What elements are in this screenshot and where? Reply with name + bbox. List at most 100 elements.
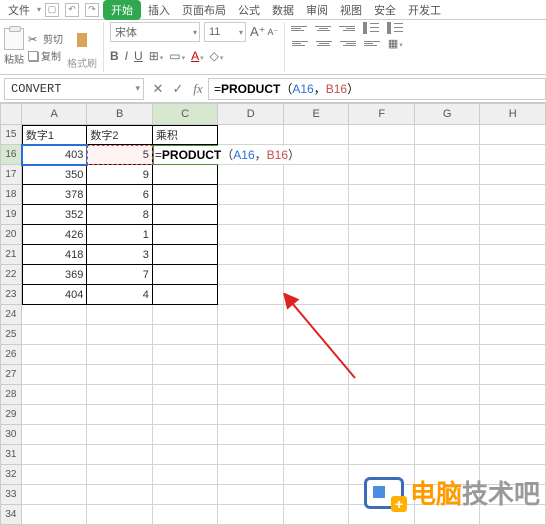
- col-header-C[interactable]: C: [153, 103, 219, 125]
- cell-D22[interactable]: [218, 265, 284, 285]
- border-button[interactable]: ⊞: [149, 49, 164, 63]
- cell-B28[interactable]: [87, 385, 153, 405]
- align-right-button[interactable]: [340, 37, 356, 49]
- fill-color-button[interactable]: ▭: [169, 49, 185, 63]
- select-all-corner[interactable]: [0, 103, 22, 125]
- cell-E29[interactable]: [284, 405, 350, 425]
- font-size-select[interactable]: 11: [204, 22, 246, 42]
- col-header-E[interactable]: E: [284, 103, 350, 125]
- row-header-15[interactable]: 15: [0, 125, 22, 145]
- cell-C24[interactable]: [153, 305, 219, 325]
- cell-E26[interactable]: [284, 345, 350, 365]
- cell-D18[interactable]: [218, 185, 284, 205]
- cell-D23[interactable]: [218, 285, 284, 305]
- cell-G28[interactable]: [415, 385, 481, 405]
- cell-E21[interactable]: [284, 245, 350, 265]
- row-header-31[interactable]: 31: [0, 445, 22, 465]
- cell-E18[interactable]: [284, 185, 350, 205]
- cell-C22[interactable]: [153, 265, 219, 285]
- row-header-26[interactable]: 26: [0, 345, 22, 365]
- col-header-B[interactable]: B: [87, 103, 153, 125]
- row-header-34[interactable]: 34: [0, 505, 22, 525]
- qat-undo-icon[interactable]: ↶: [65, 3, 79, 17]
- cell-B33[interactable]: [87, 485, 153, 505]
- spreadsheet[interactable]: ABCDEFGH 15数字1数字2乘积164035=PRODUCT（A16，B1…: [0, 103, 546, 525]
- cell-A20[interactable]: 426: [22, 225, 88, 245]
- cell-D34[interactable]: [218, 505, 284, 525]
- cell-E15[interactable]: [284, 125, 350, 145]
- row-header-16[interactable]: 16: [0, 145, 22, 165]
- cell-E22[interactable]: [284, 265, 350, 285]
- cell-H21[interactable]: [480, 245, 546, 265]
- cell-G23[interactable]: [415, 285, 481, 305]
- cell-C23[interactable]: [153, 285, 219, 305]
- cell-E17[interactable]: [284, 165, 350, 185]
- cell-C15[interactable]: 乘积: [153, 125, 219, 145]
- cell-F22[interactable]: [349, 265, 415, 285]
- row-header-32[interactable]: 32: [0, 465, 22, 485]
- cell-G25[interactable]: [415, 325, 481, 345]
- cell-D25[interactable]: [218, 325, 284, 345]
- col-header-G[interactable]: G: [415, 103, 481, 125]
- row-header-28[interactable]: 28: [0, 385, 22, 405]
- cell-H17[interactable]: [480, 165, 546, 185]
- cell-C28[interactable]: [153, 385, 219, 405]
- cell-F21[interactable]: [349, 245, 415, 265]
- menu-dev[interactable]: 开发工: [403, 0, 446, 20]
- align-center-button[interactable]: [316, 37, 332, 49]
- cell-C27[interactable]: [153, 365, 219, 385]
- more-button[interactable]: ◇: [210, 49, 224, 63]
- paste-button[interactable]: 粘贴: [4, 28, 24, 66]
- cell-F29[interactable]: [349, 405, 415, 425]
- justify-button[interactable]: [364, 37, 380, 49]
- row-header-27[interactable]: 27: [0, 365, 22, 385]
- cell-C33[interactable]: [153, 485, 219, 505]
- cell-E27[interactable]: [284, 365, 350, 385]
- col-header-D[interactable]: D: [218, 103, 284, 125]
- cell-C17[interactable]: [153, 165, 219, 185]
- cell-A32[interactable]: [22, 465, 88, 485]
- cell-C18[interactable]: [153, 185, 219, 205]
- row-header-22[interactable]: 22: [0, 265, 22, 285]
- cell-A21[interactable]: 418: [22, 245, 88, 265]
- fx-button[interactable]: fx: [188, 81, 208, 97]
- row-header-24[interactable]: 24: [0, 305, 22, 325]
- cell-A24[interactable]: [22, 305, 88, 325]
- cell-B15[interactable]: 数字2: [87, 125, 153, 145]
- cell-G15[interactable]: [415, 125, 481, 145]
- cell-A22[interactable]: 369: [22, 265, 88, 285]
- cell-B16[interactable]: 5: [87, 145, 153, 165]
- cancel-formula-button[interactable]: ✕: [148, 81, 168, 97]
- cell-G17[interactable]: [415, 165, 481, 185]
- cell-A28[interactable]: [22, 385, 88, 405]
- cell-F15[interactable]: [349, 125, 415, 145]
- align-bottom-button[interactable]: [339, 22, 355, 34]
- cell-H24[interactable]: [480, 305, 546, 325]
- col-header-A[interactable]: A: [22, 103, 88, 125]
- cell-B26[interactable]: [87, 345, 153, 365]
- cut-button[interactable]: 剪切: [28, 31, 63, 46]
- cell-B34[interactable]: [87, 505, 153, 525]
- cell-H19[interactable]: [480, 205, 546, 225]
- cell-B30[interactable]: [87, 425, 153, 445]
- cell-H16[interactable]: [480, 145, 546, 165]
- cell-A27[interactable]: [22, 365, 88, 385]
- bold-button[interactable]: B: [110, 49, 119, 63]
- cell-E32[interactable]: [284, 465, 350, 485]
- align-top-button[interactable]: [291, 22, 307, 34]
- col-header-H[interactable]: H: [480, 103, 546, 125]
- cell-A25[interactable]: [22, 325, 88, 345]
- row-header-25[interactable]: 25: [0, 325, 22, 345]
- cell-F23[interactable]: [349, 285, 415, 305]
- cell-C25[interactable]: [153, 325, 219, 345]
- cell-D21[interactable]: [218, 245, 284, 265]
- cell-D20[interactable]: [218, 225, 284, 245]
- cell-G29[interactable]: [415, 405, 481, 425]
- menu-layout[interactable]: 页面布局: [177, 0, 231, 20]
- row-header-21[interactable]: 21: [0, 245, 22, 265]
- cell-C30[interactable]: [153, 425, 219, 445]
- cell-B20[interactable]: 1: [87, 225, 153, 245]
- cell-B22[interactable]: 7: [87, 265, 153, 285]
- cell-F17[interactable]: [349, 165, 415, 185]
- cell-A33[interactable]: [22, 485, 88, 505]
